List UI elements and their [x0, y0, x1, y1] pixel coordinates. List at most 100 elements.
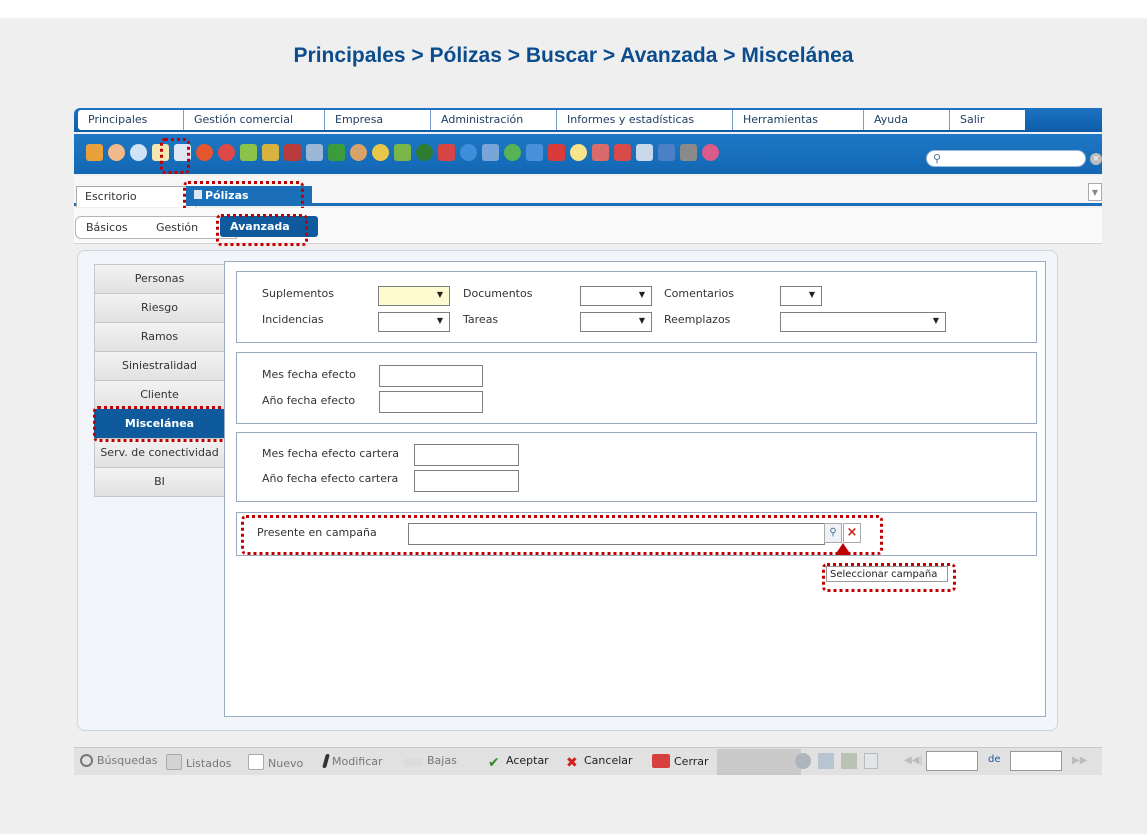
bulb-icon[interactable] — [570, 144, 587, 161]
e-icon[interactable] — [795, 753, 811, 769]
eraser-icon — [403, 758, 423, 767]
modificar-button[interactable]: Modificar — [322, 754, 383, 768]
tooltip-highlight — [822, 563, 956, 592]
folder-icon[interactable] — [262, 144, 279, 161]
e-icon[interactable] — [460, 144, 477, 161]
anio-fecha-efecto-cartera-input[interactable] — [414, 470, 519, 492]
link-icon[interactable] — [658, 144, 675, 161]
search-input[interactable]: ⚲ — [926, 150, 1086, 167]
subtab-gestion-label: Gestión — [156, 221, 199, 234]
chevron-down-icon: ▼ — [638, 316, 645, 325]
agent-icon[interactable] — [372, 144, 389, 161]
chevron-down-icon: ▼ — [638, 290, 645, 299]
alert-icon[interactable] — [284, 144, 301, 161]
page-title: Principales > Pólizas > Buscar > Avanzad… — [293, 44, 854, 67]
menu-herramientas[interactable]: Herramientas — [733, 110, 864, 130]
filters-group — [236, 271, 1037, 343]
euro-icon[interactable] — [504, 144, 521, 161]
aceptar-button[interactable]: ✔ Aceptar — [488, 754, 549, 770]
sheet-icon[interactable] — [636, 144, 653, 161]
suplementos-select[interactable]: ▼ — [378, 286, 450, 306]
de-label: de — [988, 754, 1001, 765]
cerrar-label: Cerrar — [674, 755, 709, 768]
users-icon[interactable] — [130, 144, 147, 161]
top-white-strip — [0, 0, 1147, 18]
nav-siniestralidad[interactable]: Siniestralidad — [94, 351, 225, 381]
aceptar-label: Aceptar — [506, 754, 549, 767]
network-icon[interactable] — [841, 753, 857, 769]
menu-principales[interactable]: Principales — [78, 110, 184, 130]
menu-items: Principales Gestión comercial Empresa Ad… — [78, 110, 1025, 130]
chevron-down-icon: ▼ — [436, 316, 443, 325]
nuevo-button[interactable]: Nuevo — [248, 754, 303, 770]
tab-escritorio[interactable]: Escritorio — [76, 186, 196, 207]
menu-administracion[interactable]: Administración — [431, 110, 557, 130]
help-icon[interactable] — [702, 144, 719, 161]
page-number-input[interactable] — [926, 751, 978, 771]
cancelar-button[interactable]: ✖ Cancelar — [566, 754, 633, 770]
nuevo-label: Nuevo — [268, 757, 304, 770]
mes-fecha-efecto-cartera-label: Mes fecha efecto cartera — [262, 447, 400, 460]
first-page-icon[interactable]: ◀◀| — [904, 755, 923, 766]
clear-search-icon[interactable]: × — [1090, 153, 1102, 165]
refresh-icon[interactable] — [818, 753, 834, 769]
tools-icon[interactable] — [680, 144, 697, 161]
gears-icon[interactable] — [438, 144, 455, 161]
search-icon — [80, 754, 93, 767]
nav-ramos[interactable]: Ramos — [94, 322, 225, 352]
g-icon[interactable] — [548, 144, 565, 161]
cancel-x-icon: ✖ — [566, 755, 578, 771]
nav-personas[interactable]: Personas — [94, 264, 225, 294]
documentos-label: Documentos — [463, 287, 533, 300]
cerrar-button[interactable]: Cerrar — [652, 754, 709, 768]
nav-bi[interactable]: BI — [94, 467, 225, 497]
busquedas-label: Búsquedas — [97, 754, 158, 767]
mes-fecha-efecto-cartera-input[interactable] — [414, 444, 519, 466]
subtab-basicos-label: Básicos — [86, 221, 128, 234]
modificar-label: Modificar — [332, 755, 383, 768]
toolbar-separator — [717, 749, 801, 775]
menu-informes[interactable]: Informes y estadísticas — [557, 110, 733, 130]
tareas-select[interactable]: ▼ — [580, 312, 652, 332]
person-icon[interactable] — [350, 144, 367, 161]
fecha-efecto-group — [236, 352, 1037, 424]
chart-icon[interactable] — [394, 144, 411, 161]
next-page-icon[interactable]: ▶▶ — [1072, 755, 1087, 766]
listados-button[interactable]: Listados — [166, 754, 231, 770]
nav-riesgo[interactable]: Riesgo — [94, 293, 225, 323]
box-icon[interactable] — [86, 144, 103, 161]
euro-coin-icon[interactable] — [416, 144, 433, 161]
pencil-icon[interactable] — [240, 144, 257, 161]
menu-ayuda[interactable]: Ayuda — [864, 110, 950, 130]
check-icon: ✔ — [488, 755, 500, 771]
nav-serv-conectividad[interactable]: Serv. de conectividad — [94, 438, 225, 468]
campana-row-highlight — [241, 515, 883, 555]
menu-gestion-comercial[interactable]: Gestión comercial — [184, 110, 325, 130]
card-icon[interactable] — [592, 144, 609, 161]
comentarios-select[interactable]: ▼ — [780, 286, 822, 306]
reemplazos-select[interactable]: ▼ — [780, 312, 946, 332]
refresh-icon[interactable] — [526, 144, 543, 161]
mes-fecha-efecto-input[interactable] — [379, 365, 483, 387]
export-icon[interactable] — [864, 753, 878, 769]
policy-icon-highlight — [160, 138, 190, 174]
tabs-dropdown-icon[interactable]: ▼ — [1088, 183, 1102, 201]
fire-icon[interactable] — [196, 144, 213, 161]
tab-escritorio-label: Escritorio — [85, 190, 137, 203]
comentarios-label: Comentarios — [664, 287, 734, 300]
busquedas-button[interactable]: Búsquedas — [80, 754, 157, 767]
menu-salir[interactable]: Salir — [950, 110, 1025, 130]
chevron-down-icon: ▼ — [808, 290, 815, 299]
new-document-icon — [248, 754, 264, 770]
documentos-select[interactable]: ▼ — [580, 286, 652, 306]
report-icon[interactable] — [614, 144, 631, 161]
bars-icon[interactable] — [328, 144, 345, 161]
mail-icon[interactable] — [306, 144, 323, 161]
anio-fecha-efecto-input[interactable] — [379, 391, 483, 413]
bajas-button[interactable]: Bajas — [403, 754, 457, 767]
target-icon[interactable] — [218, 144, 235, 161]
user-icon[interactable] — [108, 144, 125, 161]
incidencias-select[interactable]: ▼ — [378, 312, 450, 332]
menu-empresa[interactable]: Empresa — [325, 110, 431, 130]
eye-icon[interactable] — [482, 144, 499, 161]
